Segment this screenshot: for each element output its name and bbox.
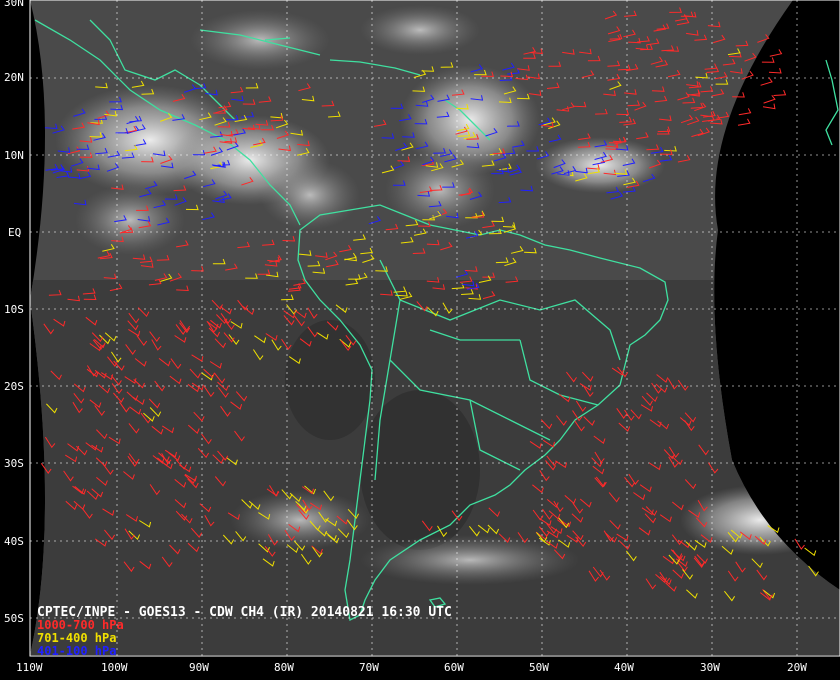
lon-label: 30W [700,661,720,674]
lat-label: 50S [4,612,24,625]
lat-label: 20S [4,380,24,393]
lon-label: 40W [614,661,634,674]
legend-mid-level: 701-400 hPa [37,631,116,645]
lon-label: 20W [787,661,807,674]
satellite-wind-map: 30N 20N 10N EQ 10S 20S 30S 40S 50S 110W … [0,0,840,680]
lon-label: 100W [101,661,128,674]
lon-label: 70W [359,661,379,674]
lat-label: 40S [4,535,24,548]
lat-label: 20N [4,71,24,84]
lon-label: 110W [16,661,43,674]
lon-label: 60W [444,661,464,674]
satellite-image [30,0,840,655]
lon-label: 80W [274,661,294,674]
legend-low-level: 1000-700 hPa [37,618,124,632]
lat-label: 30N [4,0,24,9]
lat-label: EQ [8,226,21,239]
lat-label: 10N [4,149,24,162]
lon-label: 90W [189,661,209,674]
lat-label: 30S [4,457,24,470]
lon-label: 50W [529,661,549,674]
lat-label: 10S [4,303,24,316]
legend-high-level: 401-100 hPa [37,644,116,658]
